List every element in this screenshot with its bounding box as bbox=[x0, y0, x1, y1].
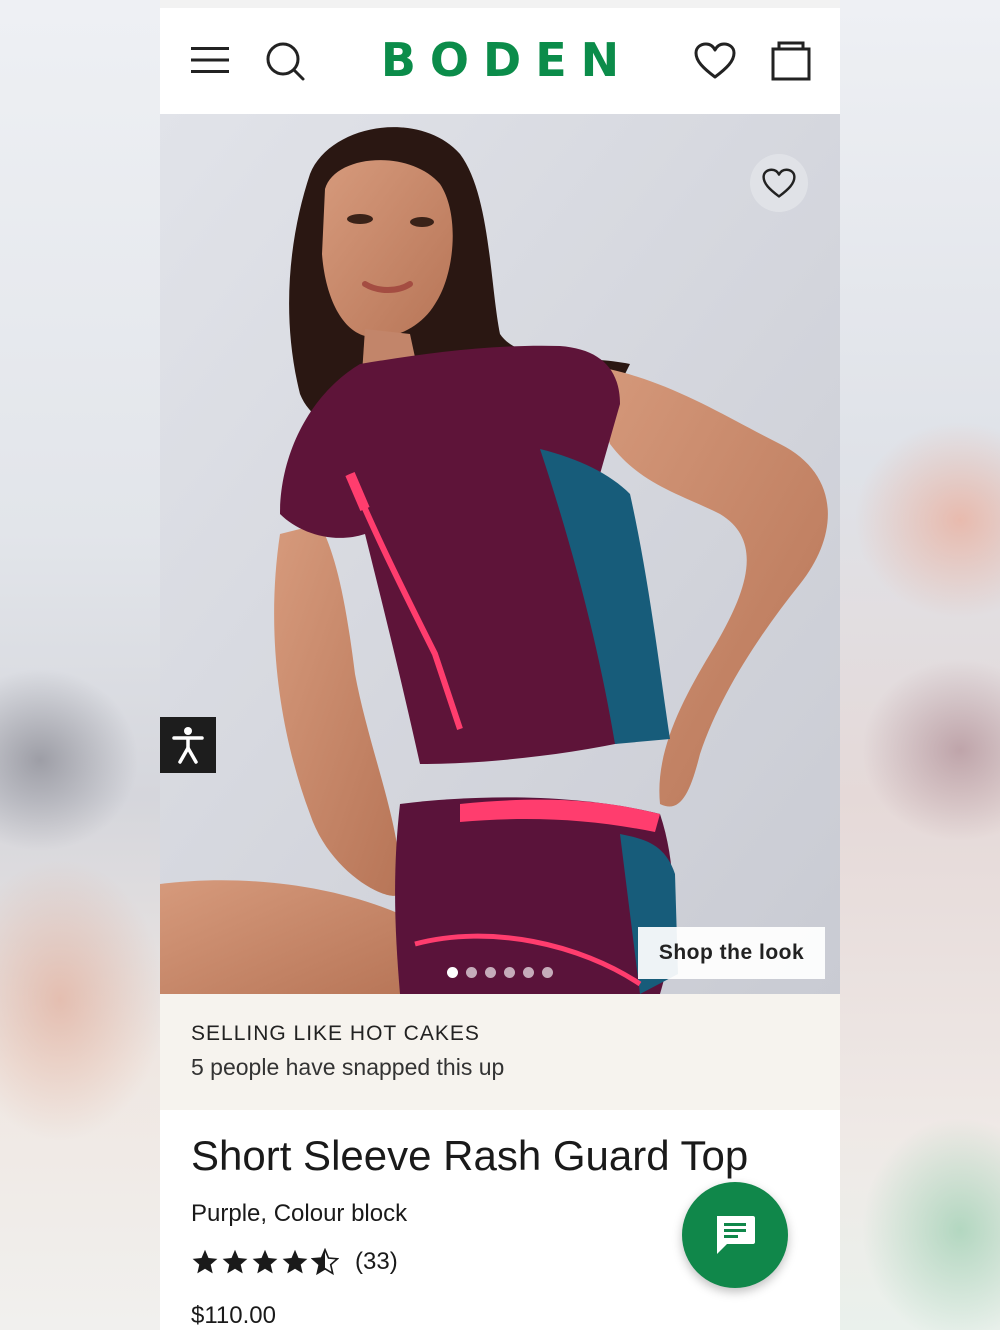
bag-icon bbox=[771, 41, 811, 81]
product-title: Short Sleeve Rash Guard Top bbox=[191, 1132, 749, 1179]
background-blur-right bbox=[840, 0, 1000, 1330]
carousel-dot[interactable] bbox=[466, 967, 477, 978]
star-full-icon bbox=[192, 1249, 218, 1274]
chat-button[interactable] bbox=[682, 1182, 788, 1288]
site-header: BODEN bbox=[160, 8, 840, 114]
boden-logo[interactable]: BODEN bbox=[350, 30, 650, 90]
product-rating[interactable]: (33) bbox=[191, 1248, 398, 1276]
search-button[interactable] bbox=[260, 36, 310, 86]
product-colour: Purple, Colour block bbox=[191, 1200, 408, 1227]
popularity-banner: SELLING LIKE HOT CAKES 5 people have sna… bbox=[160, 994, 840, 1110]
product-photo bbox=[160, 114, 840, 994]
heart-icon bbox=[694, 42, 736, 79]
product-image-carousel[interactable]: Shop the look bbox=[160, 114, 840, 994]
carousel-dots bbox=[447, 967, 553, 978]
star-half-icon bbox=[311, 1248, 339, 1276]
background-blur-left bbox=[0, 0, 160, 1330]
bag-button[interactable] bbox=[766, 36, 816, 86]
banner-subtitle: 5 people have snapped this up bbox=[191, 1054, 505, 1080]
accessibility-button[interactable] bbox=[160, 717, 216, 773]
accessibility-icon bbox=[172, 727, 204, 764]
star-full-icon bbox=[252, 1249, 278, 1274]
shop-the-look-button[interactable]: Shop the look bbox=[638, 927, 825, 979]
carousel-dot[interactable] bbox=[542, 967, 553, 978]
product-price: $110.00 bbox=[191, 1302, 276, 1329]
heart-icon bbox=[762, 168, 796, 198]
add-to-wishlist-button[interactable] bbox=[750, 154, 808, 212]
star-full-icon bbox=[282, 1249, 308, 1274]
carousel-dot[interactable] bbox=[485, 967, 496, 978]
rating-stars bbox=[191, 1248, 339, 1276]
star-full-icon bbox=[222, 1249, 248, 1274]
carousel-dot[interactable] bbox=[523, 967, 534, 978]
carousel-dot[interactable] bbox=[504, 967, 515, 978]
banner-title: SELLING LIKE HOT CAKES bbox=[191, 1022, 480, 1045]
search-icon bbox=[266, 42, 305, 81]
menu-icon bbox=[191, 47, 229, 73]
status-strip bbox=[160, 0, 840, 8]
menu-button[interactable] bbox=[184, 36, 236, 84]
wishlist-button[interactable] bbox=[690, 36, 740, 86]
carousel-dot[interactable] bbox=[447, 967, 458, 978]
mobile-page: BODEN Shop the look SELLING LIKE HOT CAK… bbox=[160, 0, 840, 1330]
review-count[interactable]: (33) bbox=[355, 1248, 398, 1276]
chat-icon bbox=[717, 1216, 755, 1254]
